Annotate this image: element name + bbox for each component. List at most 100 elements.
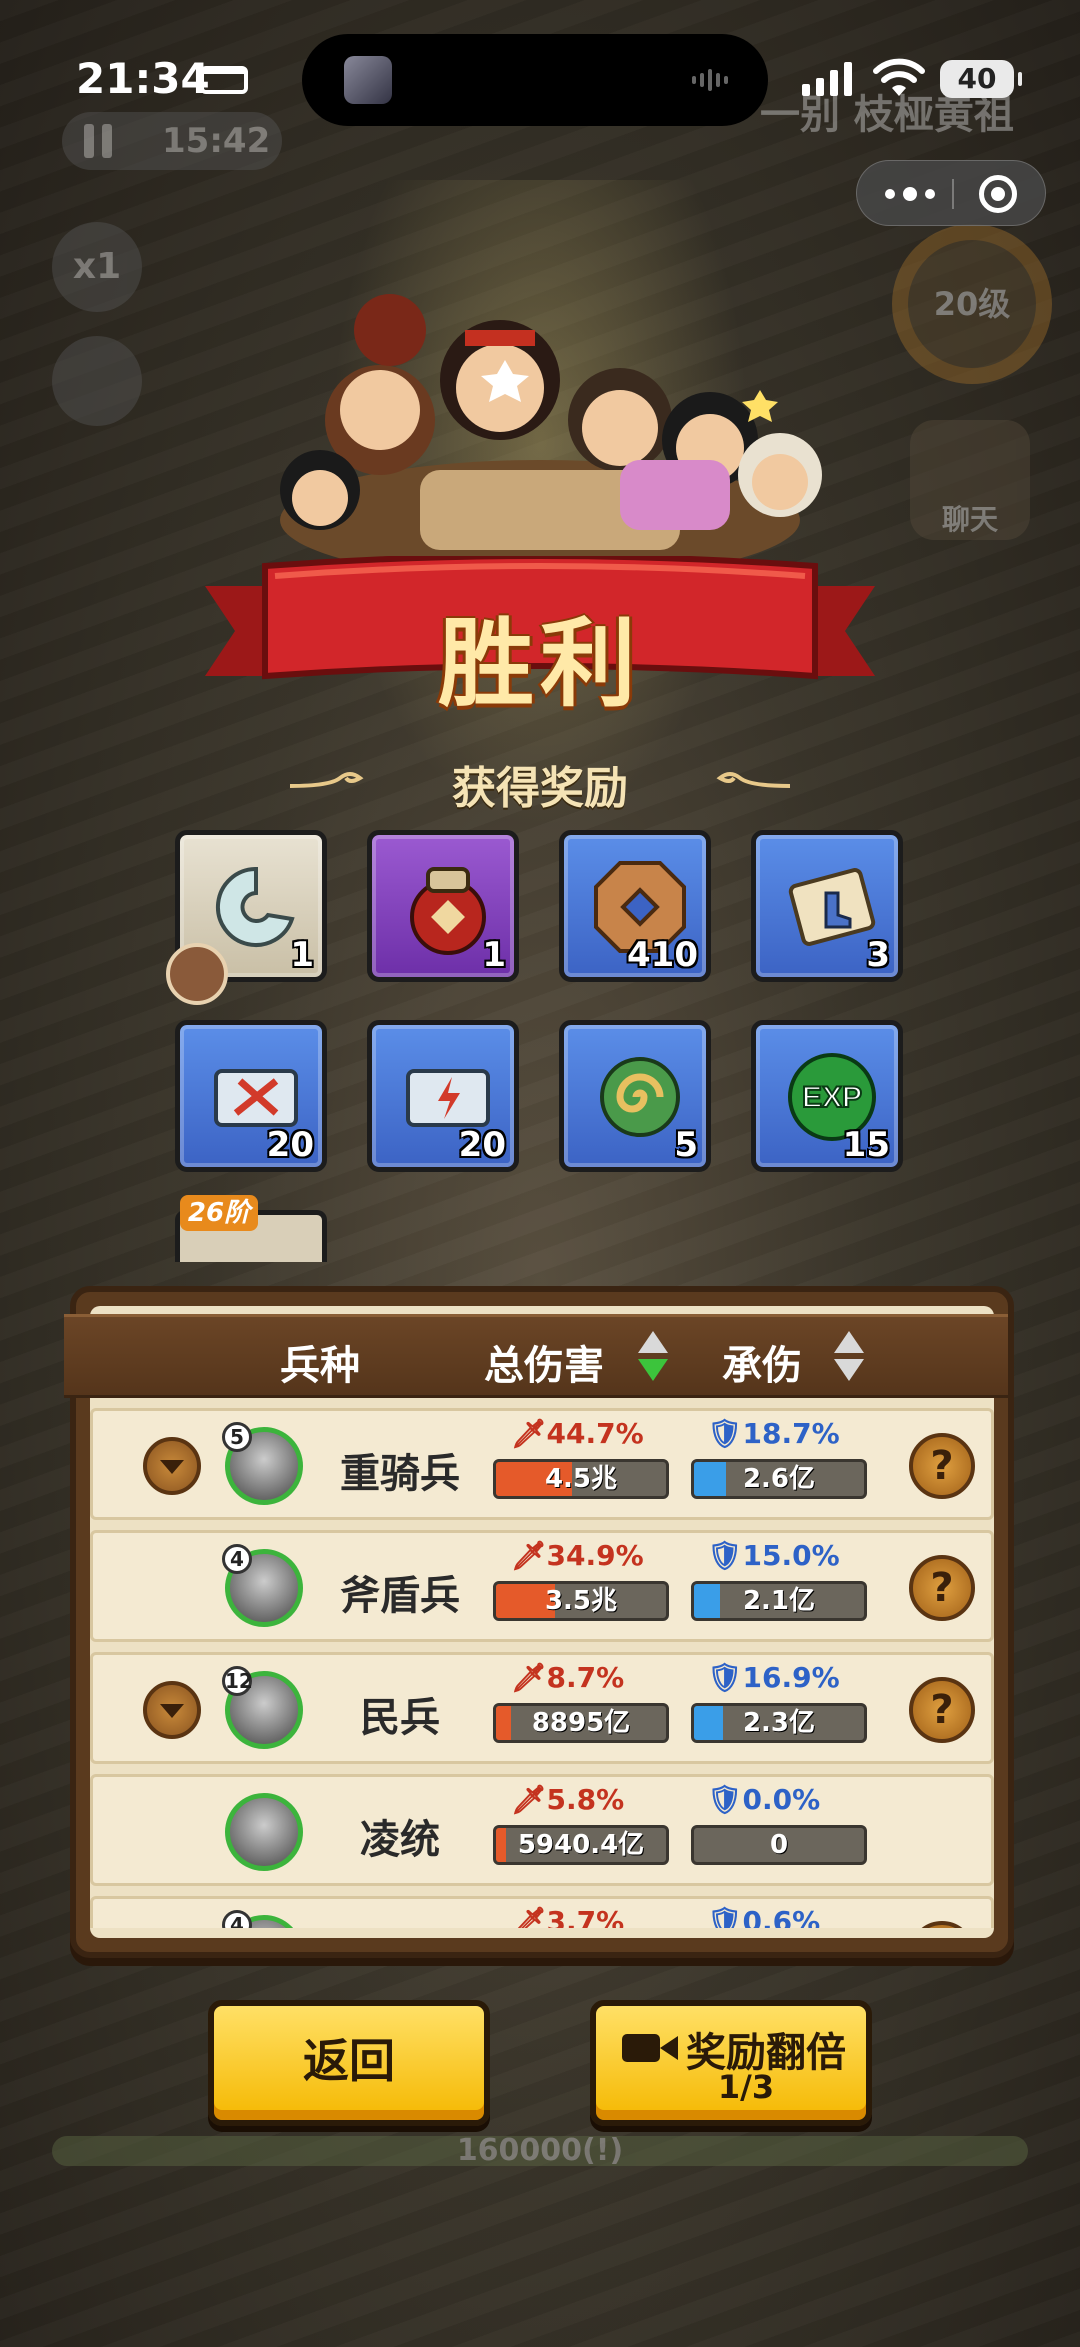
reward-count: 15 <box>842 1125 890 1165</box>
unit-row: 4 🗡3.7% 🛡0.6%? <box>90 1896 994 1928</box>
rewards-title: 获得奖励 <box>452 763 628 814</box>
damage-percent: 🗡5.8% <box>511 1783 625 1816</box>
damage-value: 3.5兆 <box>544 1586 618 1616</box>
unit-avatar: 12 <box>222 1666 303 1749</box>
hero-badge-icon <box>166 943 228 1005</box>
expand-row-button[interactable] <box>143 1681 201 1739</box>
unit-level-badge: 4 <box>222 1544 252 1574</box>
clock: 21:34 <box>76 54 210 103</box>
back-button[interactable]: 返回 <box>208 2000 490 2126</box>
tank-bar: 2.6亿 <box>691 1459 867 1499</box>
damage-percent: 🗡44.7% <box>511 1417 644 1450</box>
unit-name: 斧盾兵 <box>340 1573 460 1619</box>
double-reward-button[interactable]: 奖励翻倍 1/3 <box>590 2000 872 2126</box>
speed-button: x1 <box>52 222 142 312</box>
app-icon <box>344 56 392 104</box>
damage-percent: 🗡3.7% <box>511 1905 625 1928</box>
unit-avatar: 4 <box>222 1910 303 1928</box>
wifi-icon <box>873 58 925 96</box>
unit-level-badge: 12 <box>222 1666 253 1696</box>
tier-tag: 26阶 <box>180 1195 258 1231</box>
damage-bar: 5940.4亿 <box>493 1825 669 1865</box>
audio-wave-icon <box>692 66 742 94</box>
reward-item-sword-scroll[interactable]: 20 <box>175 1020 327 1172</box>
sort-damage-icon[interactable] <box>638 1331 668 1385</box>
reward-item-wine-jar[interactable]: 1 <box>367 830 519 982</box>
unit-level-badge: 5 <box>222 1422 252 1452</box>
damage-table-header: 兵种 总伤害 承伤 <box>64 1314 1008 1398</box>
reward-count: 3 <box>866 935 890 975</box>
tank-percent: 🛡15.0% <box>707 1539 840 1572</box>
chat-button: 聊天 <box>910 420 1030 540</box>
damage-value: 5940.4亿 <box>517 1830 645 1860</box>
tank-value: 0 <box>769 1830 789 1860</box>
reward-count: 1 <box>290 935 314 975</box>
tank-value: 2.1亿 <box>742 1586 816 1616</box>
tank-bar: 2.3亿 <box>691 1703 867 1743</box>
damage-stats-panel: 兵种 总伤害 承伤 5 重骑兵 🗡44.7% 4.5兆 🛡18.7% 2.6亿? 4 斧盾兵 🗡… <box>64 1286 1014 1958</box>
unit-avatar <box>225 1793 303 1871</box>
level-ring: 20级 <box>892 224 1052 384</box>
victory-title: 胜利 <box>438 608 642 720</box>
header-unit: 兵种 <box>280 1343 360 1389</box>
expand-row-button[interactable] <box>143 1437 201 1495</box>
battery-icon: 40 <box>940 60 1022 98</box>
signal-icon <box>802 62 852 96</box>
reward-item-exp-orb[interactable]: EXP 15 <box>751 1020 903 1172</box>
dynamic-island <box>302 34 768 126</box>
video-icon <box>622 2034 678 2062</box>
reward-item-copper-coin[interactable]: 410 <box>559 830 711 982</box>
reward-item-extra[interactable]: 26阶 <box>175 1195 327 1262</box>
unit-row: 凌统 🗡5.8% 5940.4亿 🛡0.0% 0 <box>90 1774 994 1886</box>
help-button[interactable]: ? <box>909 1921 975 1928</box>
header-damage[interactable]: 总伤害 <box>484 1333 604 1391</box>
stats-icon <box>52 336 142 426</box>
damage-value: 4.5兆 <box>544 1464 618 1494</box>
damage-bar: 8895亿 <box>493 1703 669 1743</box>
reward-count: 20 <box>458 1125 506 1165</box>
tank-percent: 🛡0.0% <box>707 1783 821 1816</box>
damage-bar: 3.5兆 <box>493 1581 669 1621</box>
unit-avatar: 5 <box>222 1422 303 1505</box>
base-hp-bar: 160000(!) <box>52 2136 1028 2166</box>
unit-name: 民兵 <box>360 1695 440 1741</box>
unit-avatar: 4 <box>222 1544 303 1627</box>
reward-item-boot-scroll[interactable]: 3 <box>751 830 903 982</box>
tank-value: 2.3亿 <box>742 1708 816 1738</box>
tank-bar: 2.1亿 <box>691 1581 867 1621</box>
reward-count: 20 <box>266 1125 314 1165</box>
unit-row: 12 民兵 🗡8.7% 8895亿 🛡16.9% 2.3亿? <box>90 1652 994 1764</box>
damage-table-rows[interactable]: 5 重骑兵 🗡44.7% 4.5兆 🛡18.7% 2.6亿? 4 斧盾兵 🗡34.9% 3.5兆 🛡… <box>90 1408 994 1928</box>
reward-item-jade-ring[interactable]: 1 <box>166 830 327 1005</box>
reward-item-lightning-scroll[interactable]: 20 <box>367 1020 519 1172</box>
reward-count: 1 <box>482 935 506 975</box>
status-bar: 21:34 40 <box>0 0 1080 150</box>
damage-percent: 🗡8.7% <box>511 1661 625 1694</box>
close-miniprogram-icon[interactable] <box>979 175 1017 213</box>
damage-bar: 4.5兆 <box>493 1459 669 1499</box>
tank-percent: 🛡0.6% <box>707 1905 821 1928</box>
header-tank[interactable]: 承伤 <box>722 1333 802 1391</box>
tank-percent: 🛡18.7% <box>707 1417 840 1450</box>
tank-value: 2.6亿 <box>742 1464 816 1494</box>
tank-percent: 🛡16.9% <box>707 1661 840 1694</box>
reward-item-jade-swirl[interactable]: 5 <box>559 1020 711 1172</box>
reward-count: 410 <box>627 935 698 975</box>
unit-row: 5 重骑兵 🗡44.7% 4.5兆 🛡18.7% 2.6亿? <box>90 1408 994 1520</box>
help-button[interactable]: ? <box>909 1555 975 1621</box>
help-button[interactable]: ? <box>909 1677 975 1743</box>
double-reward-count: 1/3 <box>717 2068 775 2106</box>
damage-value: 8895亿 <box>531 1708 631 1738</box>
unit-level-badge: 4 <box>222 1910 252 1928</box>
reward-count: 5 <box>674 1125 698 1165</box>
tank-bar: 0 <box>691 1825 867 1865</box>
unit-name: 重骑兵 <box>340 1451 460 1497</box>
unit-row: 4 斧盾兵 🗡34.9% 3.5兆 🛡15.0% 2.1亿? <box>90 1530 994 1642</box>
more-icon[interactable] <box>885 179 945 209</box>
right-cloud-ornament <box>716 772 790 788</box>
celebrating-characters <box>280 294 822 570</box>
sleep-icon <box>200 66 248 94</box>
miniprogram-capsule[interactable] <box>856 160 1046 226</box>
help-button[interactable]: ? <box>909 1433 975 1499</box>
sort-tank-icon[interactable] <box>834 1331 864 1385</box>
